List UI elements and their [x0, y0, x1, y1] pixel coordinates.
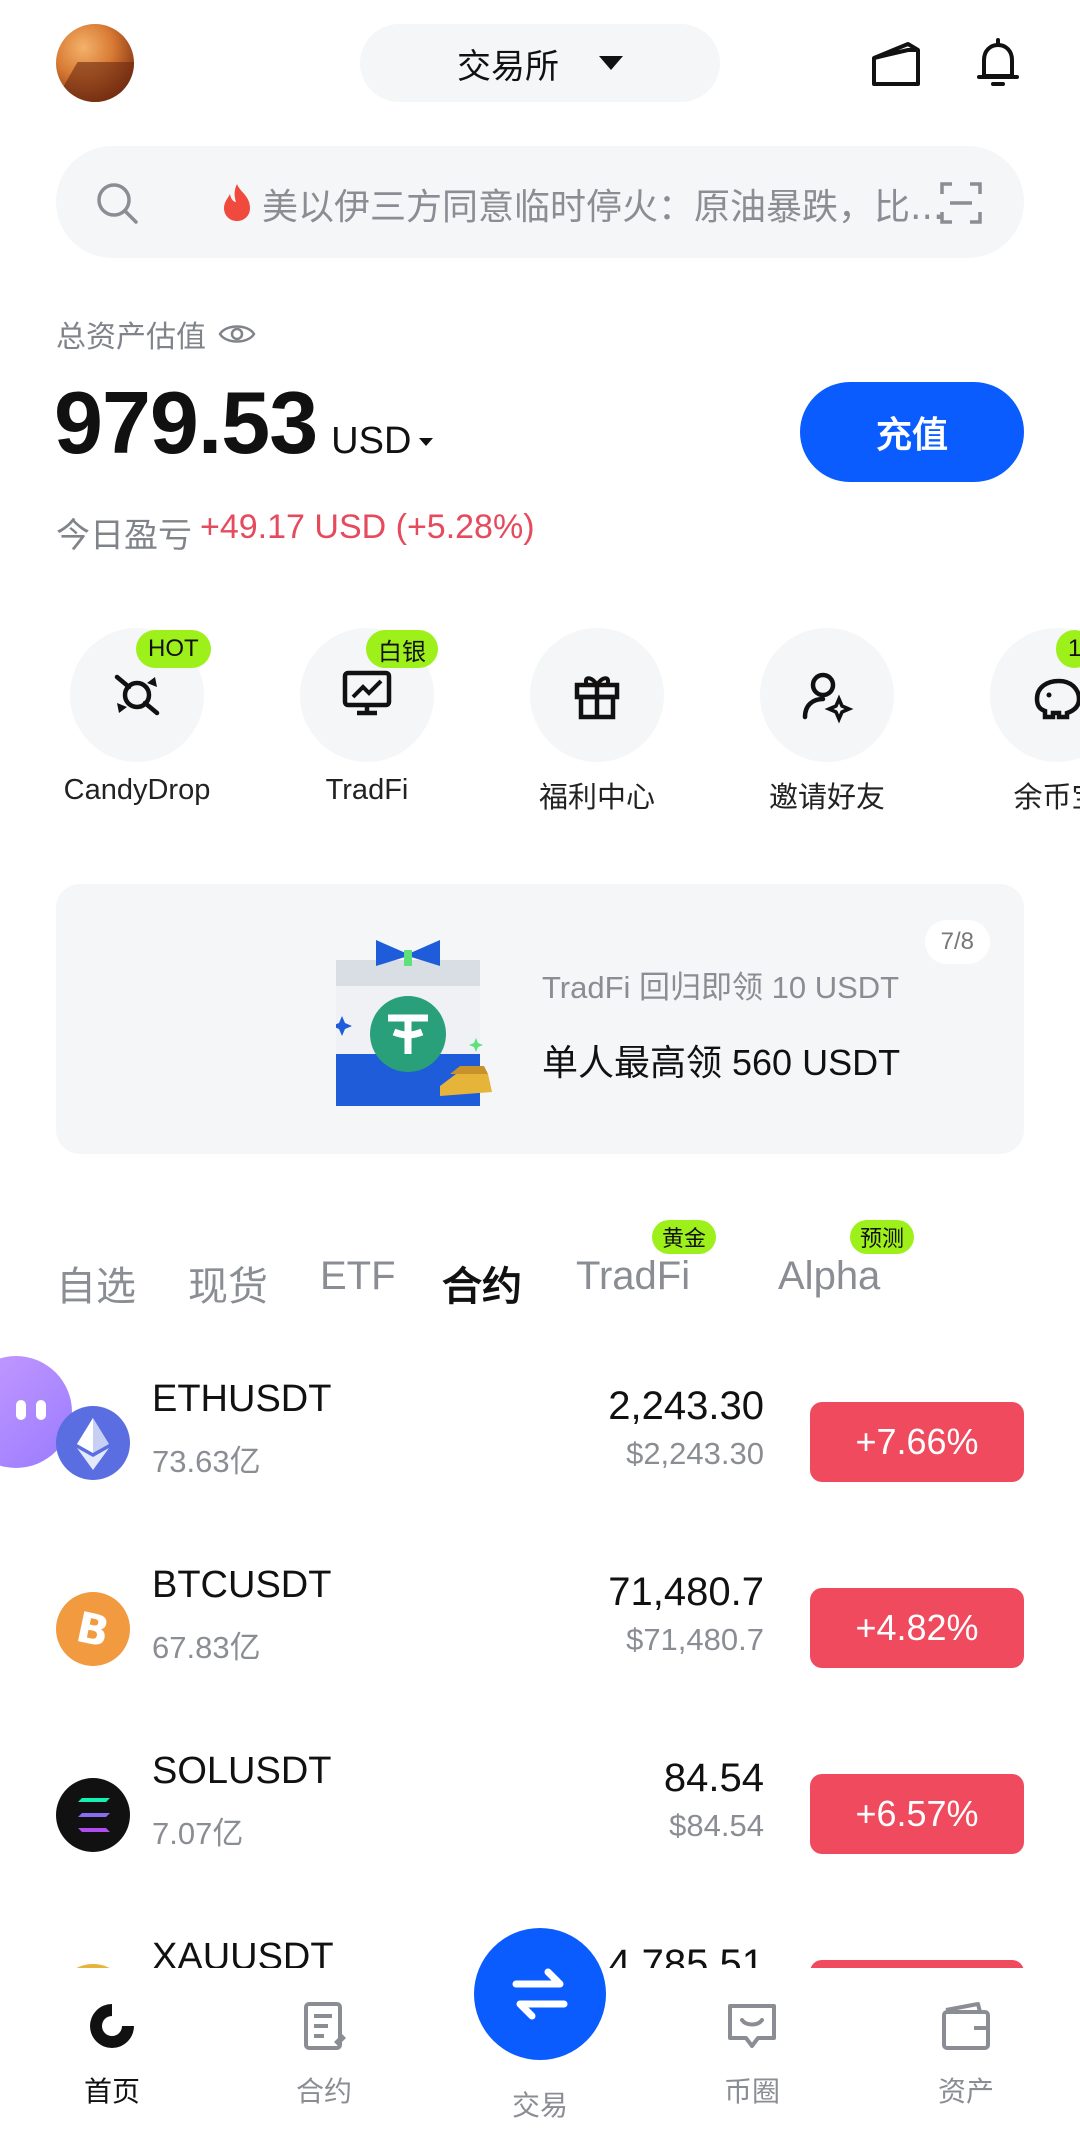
promo-banner[interactable]: 7/8 TradFi 回归即领 10 USDT 单人最高领 560 USDT — [56, 884, 1024, 1154]
tab-favorites[interactable]: 自选 — [56, 1254, 136, 1312]
banner-pagination: 7/8 — [924, 920, 990, 964]
nav-futures-label: 合约 — [295, 2075, 352, 2108]
shortcut-circle — [760, 628, 894, 762]
nav-futures[interactable]: 合约 — [244, 1998, 404, 2110]
shortcut-label: TradFi — [325, 774, 409, 806]
change-badge[interactable]: +7.66% — [810, 1402, 1024, 1482]
tab-futures[interactable]: 合约 — [442, 1254, 522, 1312]
total-assets-label: 总资产估值 — [56, 312, 256, 356]
shortcut-label: 福利中心 — [538, 782, 655, 814]
search-placeholder: 美以伊三方同意临时停火：原油暴跌，比... — [262, 187, 945, 228]
banner-subtitle: TradFi 回归即领 10 USDT — [542, 970, 900, 1005]
chevron-down-icon — [419, 437, 434, 446]
pnl-value: +49.17 USD (+5.28%) — [200, 508, 535, 546]
chevron-down-icon — [599, 56, 623, 70]
banner-title: 单人最高领 560 USDT — [542, 1042, 901, 1083]
market-row[interactable]: SOLUSDT 7.07亿 84.54 $84.54 +6.57% — [0, 1738, 1080, 1878]
total-assets-text: 总资产估值 — [56, 320, 206, 355]
search-icon — [97, 183, 138, 224]
pair-name: BTCUSDT — [152, 1564, 332, 1606]
pair-name: SOLUSDT — [152, 1750, 332, 1792]
shortcut-row: HOT CandyDrop 白银 TradFi 福利中心 邀请好友 1 余币 — [0, 620, 1080, 820]
house-icon[interactable] — [868, 36, 924, 92]
chat-icon — [728, 2004, 776, 2048]
tab-spot[interactable]: 现货 — [188, 1254, 268, 1312]
shortcut-circle — [530, 628, 664, 762]
piggy-bank-icon — [1034, 678, 1080, 720]
price-usd: $71,480.7 — [626, 1622, 764, 1657]
wallet-icon — [942, 2002, 990, 2050]
chart-board-icon — [342, 670, 392, 716]
market-tabs: 自选 现货 ETF 合约 TradFi 黄金 Alpha 预测 — [56, 1220, 1056, 1310]
balance-display: 979.53 USD — [54, 372, 434, 474]
nav-assets-label: 资产 — [937, 2075, 994, 2108]
silver-badge: 白银 — [366, 630, 438, 668]
swap-arrows-icon — [512, 1968, 568, 2020]
trade-button[interactable] — [474, 1928, 606, 2060]
balance-amount: 979.53 — [54, 373, 318, 472]
shortcut-label: 邀请好友 — [768, 782, 885, 814]
currency-label: USD — [331, 420, 412, 462]
scan-icon[interactable] — [938, 180, 984, 226]
nav-home-label: 首页 — [83, 2075, 140, 2108]
market-row[interactable]: ETHUSDT 73.63亿 2,243.30 $2,243.30 +7.66% — [0, 1366, 1080, 1506]
document-icon — [304, 2002, 346, 2050]
market-row[interactable]: B BTCUSDT 67.83亿 71,480.7 $71,480.7 +4.8… — [0, 1552, 1080, 1692]
avatar[interactable] — [56, 24, 134, 102]
exchange-switcher[interactable]: 交易所 — [360, 24, 720, 102]
nav-trade-label: 交易 — [511, 2089, 568, 2122]
eye-icon[interactable] — [218, 321, 256, 347]
pnl-label: 今日盈亏 — [56, 516, 192, 556]
search-bar[interactable]: 美以伊三方同意临时停火：原油暴跌，比... — [56, 146, 1024, 258]
price-usd: $84.54 — [669, 1808, 764, 1843]
pair-name: ETHUSDT — [152, 1378, 332, 1420]
currency-selector[interactable]: USD — [331, 420, 434, 463]
sol-icon — [56, 1778, 130, 1852]
eth-icon — [56, 1406, 130, 1480]
gold-badge: 黄金 — [652, 1220, 717, 1254]
tab-tradfi[interactable]: TradFi — [576, 1254, 690, 1299]
tab-etf[interactable]: ETF — [320, 1254, 396, 1299]
price-usd: $2,243.30 — [626, 1436, 764, 1471]
hot-badge: HOT — [136, 630, 211, 668]
btc-icon: B — [56, 1592, 130, 1666]
nav-community-label: 币圈 — [723, 2075, 780, 2108]
top-bar: 交易所 — [0, 0, 1080, 130]
shortcut-label: 余币宝 — [1013, 782, 1080, 814]
bell-icon[interactable] — [970, 36, 1026, 92]
last-price: 2,243.30 — [608, 1384, 764, 1428]
tradfi-gift-illustration — [336, 940, 492, 1106]
pair-volume: 73.63亿 — [152, 1444, 261, 1479]
deposit-button[interactable]: 充值 — [800, 382, 1024, 482]
change-badge[interactable]: +6.57% — [810, 1774, 1024, 1854]
invite-user-icon — [802, 672, 854, 724]
pair-volume: 7.07亿 — [152, 1816, 244, 1851]
nav-community[interactable]: 币圈 — [672, 1998, 832, 2110]
tab-alpha[interactable]: Alpha — [778, 1254, 880, 1299]
daily-pnl: 今日盈亏 +49.17 USD (+5.28%) — [56, 508, 535, 557]
nav-home[interactable]: 首页 — [32, 1998, 192, 2110]
pair-volume: 67.83亿 — [152, 1630, 261, 1665]
change-badge[interactable]: +4.82% — [810, 1588, 1024, 1668]
bottom-nav: 首页 合约 交易 币圈 资产 — [0, 1928, 1080, 2131]
candy-icon — [114, 674, 160, 716]
fire-icon — [224, 184, 250, 221]
prediction-badge: 预测 — [850, 1220, 915, 1254]
pair-name: XAUUSDT — [152, 1936, 334, 1968]
exchange-label: 交易所 — [457, 46, 559, 87]
last-price: 4,785.51 — [608, 1942, 764, 1968]
last-price: 71,480.7 — [608, 1570, 764, 1614]
home-logo-icon — [90, 2004, 134, 2048]
nav-assets[interactable]: 资产 — [886, 1998, 1046, 2110]
last-price: 84.54 — [663, 1756, 764, 1800]
shortcut-label: CandyDrop — [63, 774, 211, 806]
gift-icon — [574, 676, 620, 720]
change-badge[interactable] — [810, 1960, 1024, 1968]
